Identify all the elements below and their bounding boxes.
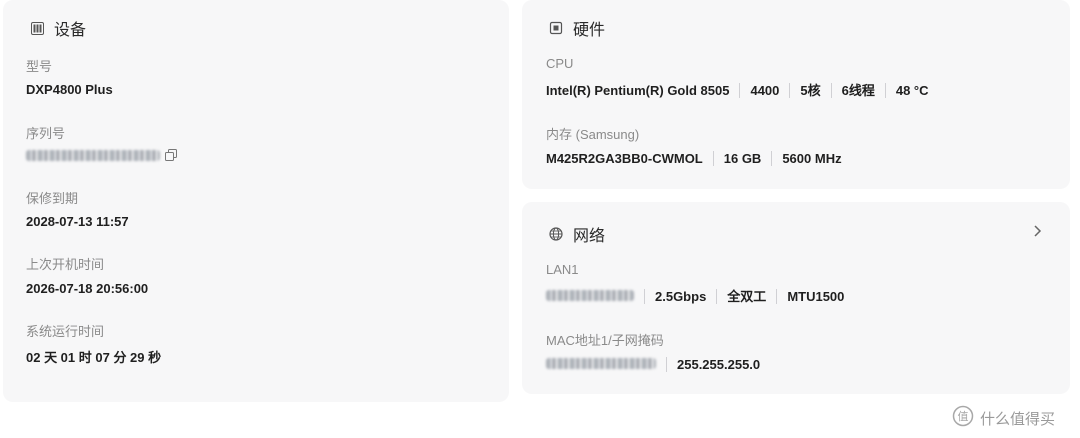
mac-label: MAC地址1/子网掩码 bbox=[546, 333, 664, 348]
device-icon bbox=[30, 21, 44, 35]
serial-value bbox=[26, 149, 177, 161]
watermark-text: 什么值得买 bbox=[980, 410, 1056, 428]
last-boot-value: 2026-07-18 20:56:00 bbox=[26, 281, 149, 296]
memory-model: M425R2GA3BB0-CWMOL bbox=[546, 151, 703, 166]
serial-label: 序列号 bbox=[26, 126, 66, 141]
chip-icon bbox=[549, 21, 563, 35]
mac-value: 255.255.255.0 bbox=[546, 357, 770, 372]
cpu-label: CPU bbox=[546, 56, 574, 71]
memory-label: 内存 (Samsung) bbox=[546, 127, 640, 142]
last-boot-label: 上次开机时间 bbox=[26, 257, 105, 272]
mac-address bbox=[546, 357, 666, 372]
cpu-temperature: 48 °C bbox=[884, 83, 939, 98]
hardware-card: 硬件 CPU Intel(R) Pentium(R) Gold 8505 440… bbox=[522, 0, 1070, 189]
mac-address-redacted bbox=[546, 358, 656, 369]
lan-duplex: 全双工 bbox=[716, 289, 776, 304]
lan-mtu: MTU1500 bbox=[776, 289, 854, 304]
serial-redacted bbox=[26, 149, 160, 161]
chevron-right-icon[interactable] bbox=[1030, 224, 1044, 238]
watermark-logo-icon: 值 bbox=[952, 405, 974, 431]
lan-label: LAN1 bbox=[546, 262, 579, 277]
cpu-threads: 6线程 bbox=[830, 83, 885, 98]
memory-size: 16 GB bbox=[712, 151, 772, 166]
network-card[interactable]: 网络 LAN1 2.5Gbps 全双工 MTU1500 MAC地址1/子网掩码 … bbox=[522, 202, 1070, 394]
lan-speed: 2.5Gbps bbox=[644, 289, 716, 304]
lan-ip bbox=[546, 289, 644, 304]
model-label: 型号 bbox=[26, 59, 53, 74]
uptime-label: 系统运行时间 bbox=[26, 324, 105, 339]
copy-icon[interactable] bbox=[165, 149, 177, 161]
lan-value: 2.5Gbps 全双工 MTU1500 bbox=[546, 289, 854, 304]
cpu-passmark: 4400 bbox=[739, 83, 789, 98]
memory-speed: 5600 MHz bbox=[771, 151, 851, 166]
device-card: 设备 型号 DXP4800 Plus 序列号 保修到期 2028-07-13 1… bbox=[3, 0, 509, 402]
cpu-model: Intel(R) Pentium(R) Gold 8505 bbox=[546, 83, 730, 98]
cpu-value: Intel(R) Pentium(R) Gold 8505 4400 5核 6线… bbox=[546, 83, 939, 98]
network-title: 网络 bbox=[573, 228, 606, 245]
device-title: 设备 bbox=[54, 22, 87, 39]
watermark: 值 什么值得买 bbox=[952, 405, 1055, 431]
cpu-cores: 5核 bbox=[789, 83, 830, 98]
device-card-header: 设备 bbox=[30, 16, 86, 40]
memory-value: M425R2GA3BB0-CWMOL 16 GB 5600 MHz bbox=[546, 151, 852, 166]
hardware-title: 硬件 bbox=[573, 22, 606, 39]
hardware-card-header: 硬件 bbox=[549, 16, 605, 40]
warranty-label: 保修到期 bbox=[26, 191, 79, 206]
lan-ip-redacted bbox=[546, 290, 634, 301]
globe-icon bbox=[549, 227, 563, 241]
model-value: DXP4800 Plus bbox=[26, 82, 113, 97]
uptime-value: 02 天 01 时 07 分 29 秒 bbox=[26, 350, 162, 365]
warranty-value: 2028-07-13 11:57 bbox=[26, 214, 129, 229]
network-card-header: 网络 bbox=[549, 222, 605, 246]
subnet-mask: 255.255.255.0 bbox=[666, 357, 770, 372]
svg-text:值: 值 bbox=[958, 410, 969, 423]
